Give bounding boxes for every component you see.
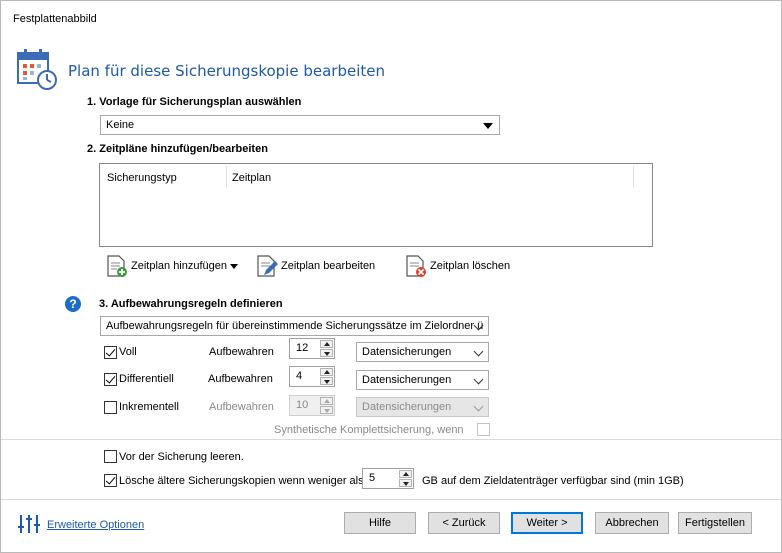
incremental-backup-label: Inkrementell [119,401,179,413]
full-unit-select[interactable]: Datensicherungen [356,342,489,362]
delete-older-label: Lösche ältere Sicherungskopien wenn weni… [119,475,364,487]
synthetic-full-checkbox[interactable] [477,423,490,436]
incremental-backup-checkbox[interactable] [104,401,117,414]
schedules-section-label: 2. Zeitpläne hinzufügen/bearbeiten [87,143,268,155]
column-header-backup-type[interactable]: Sicherungstyp [107,172,177,184]
full-backup-label: Voll [119,346,137,358]
full-unit-value: Datensicherungen [362,346,452,358]
delete-older-value[interactable]: 5 [369,472,375,484]
template-section-label: 1. Vorlage für Sicherungsplan auswählen [87,96,302,108]
delete-older-stepper[interactable]: 5 [362,468,414,489]
finish-button[interactable]: Fertigstellen [678,512,752,534]
divider [1,499,781,500]
divider [1,439,781,440]
increment-button[interactable] [320,397,333,405]
incremental-count-stepper[interactable]: 10 [289,395,335,416]
delete-schedule-label: Zeitplan löschen [430,260,511,272]
synthetic-full-label: Synthetische Komplettsicherung, wenn [274,424,464,436]
help-button[interactable]: Hilfe [344,512,416,534]
next-button[interactable]: Weiter > [511,512,583,534]
decrement-button[interactable] [320,377,333,385]
full-backup-checkbox[interactable] [104,346,117,359]
decrement-button[interactable] [320,406,333,414]
chevron-down-icon[interactable] [230,263,239,269]
template-select[interactable]: Keine [100,115,500,135]
differential-count-value[interactable]: 4 [296,370,302,382]
decrement-button[interactable] [320,349,333,357]
edit-schedule-button[interactable]: Zeitplan bearbeiten [255,253,375,279]
page-title: Plan für diese Sicherungskopie bearbeite… [68,62,385,80]
full-keep-label: Aufbewahren [209,346,274,358]
cancel-button[interactable]: Abbrechen [595,512,669,534]
column-separator [226,166,227,188]
empty-before-label: Vor der Sicherung leeren. [119,451,244,463]
differential-keep-label: Aufbewahren [208,373,273,385]
incremental-count-value[interactable]: 10 [296,399,308,411]
settings-sliders-icon[interactable] [17,513,41,535]
delete-older-suffix: GB auf dem Zieldatenträger verfügbar sin… [422,475,684,487]
retention-section-label: 3. Aufbewahrungsregeln definieren [99,298,283,310]
chevron-down-icon [473,374,484,385]
retention-scope-value: Aufbewahrungsregeln für übereinstimmende… [106,320,484,332]
dropdown-arrow-icon [483,123,493,129]
schedule-list[interactable]: Sicherungstyp Zeitplan [99,163,653,247]
retention-scope-select[interactable]: Aufbewahrungsregeln für übereinstimmende… [100,316,489,336]
increment-button[interactable] [320,368,333,376]
edit-schedule-label: Zeitplan bearbeiten [281,260,376,272]
help-icon[interactable]: ? [65,296,81,312]
incremental-unit-select[interactable]: Datensicherungen [356,397,489,417]
differential-count-stepper[interactable]: 4 [289,366,335,387]
differential-backup-label: Differentiell [119,373,174,385]
back-button[interactable]: < Zurück [428,512,500,534]
differential-unit-select[interactable]: Datensicherungen [356,370,489,390]
differential-backup-checkbox[interactable] [104,373,117,386]
chevron-down-icon [473,401,484,412]
advanced-options-link[interactable]: Erweiterte Optionen [47,519,144,531]
decrement-button[interactable] [399,479,412,487]
increment-button[interactable] [320,340,333,348]
column-separator [633,166,634,188]
delete-document-icon [406,255,426,277]
dialog-window: Festplattenabbild Plan für diese Sicheru… [0,0,782,553]
delete-schedule-button[interactable]: Zeitplan löschen [404,253,510,279]
delete-older-checkbox[interactable] [104,474,117,487]
calendar-icon [17,49,57,90]
edit-document-icon [257,255,278,277]
window-title: Festplattenabbild [13,13,97,25]
increment-button[interactable] [399,470,412,478]
template-select-value: Keine [106,119,135,131]
full-count-value[interactable]: 12 [296,342,308,354]
add-schedule-button[interactable]: Zeitplan hinzufügen [105,253,239,279]
incremental-keep-label: Aufbewahren [209,401,274,413]
empty-before-checkbox[interactable] [104,450,117,463]
column-header-schedule[interactable]: Zeitplan [232,172,271,184]
incremental-unit-value: Datensicherungen [362,401,452,413]
differential-unit-value: Datensicherungen [362,374,452,386]
chevron-down-icon [473,346,484,357]
add-document-icon [107,255,127,277]
full-count-stepper[interactable]: 12 [289,338,335,359]
add-schedule-label: Zeitplan hinzufügen [131,260,228,272]
